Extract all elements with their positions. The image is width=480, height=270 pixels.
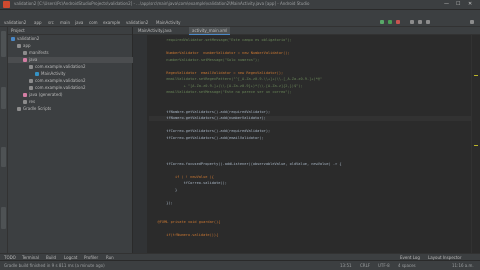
tree-item-label: Gradle Scripts (23, 106, 52, 111)
line-separator[interactable]: CRLF (360, 263, 370, 268)
navigation-toolbar: validation2 app src main java com exampl… (0, 18, 480, 27)
project-panel: Project validation2 app manifests java com.e… (8, 27, 147, 253)
tab-activity-main[interactable]: activity_main.xml (189, 27, 231, 35)
tree-item[interactable]: com.example.validation2 (8, 64, 153, 70)
folder-icon (17, 107, 21, 111)
code-area[interactable]: requiredValidator.setMessage("Este campo… (149, 35, 471, 253)
minimize-button[interactable]: — (444, 1, 449, 7)
sync-icon[interactable] (410, 20, 414, 24)
folder-icon (17, 44, 21, 48)
tree-item[interactable]: java (generated) (8, 92, 147, 98)
caret-position[interactable]: 13:51 (340, 263, 352, 268)
line-gutter[interactable] (133, 35, 147, 253)
code-line: + "[A-Za-z0-9-]+(\\.[A-Za-z0-9]+)*(\\.[A… (149, 83, 303, 88)
favorites-tool-tab[interactable] (1, 207, 6, 229)
tree-item[interactable]: validation2 (8, 36, 135, 42)
tree-item[interactable]: com.example.validation2 (8, 85, 153, 91)
breadcrumb-example[interactable]: example (103, 20, 120, 25)
code-line: @FXML private void guardar(){ (149, 220, 221, 224)
folder-icon (11, 37, 15, 41)
clock: 11:16 a.m. (452, 263, 474, 268)
tree-item-label: com.example.validation2 (35, 64, 86, 69)
folder-icon (23, 58, 27, 62)
breadcrumb-project[interactable]: validation2 (4, 20, 26, 25)
breadcrumb-class[interactable]: MainActivity (156, 20, 181, 25)
sdk-manager-icon[interactable] (426, 20, 430, 24)
editor-tabs: MainActivity.java activity_main.xml (133, 27, 480, 35)
breadcrumb-com[interactable]: com (89, 20, 98, 25)
code-line: numberValidator.setMessage("Solo numeros… (149, 57, 260, 62)
tree-item[interactable]: java (8, 57, 147, 63)
maximize-button[interactable]: ☐ (456, 1, 460, 7)
tree-item-label: com.example.validation2 (35, 78, 86, 83)
tree-item-label: app (23, 43, 31, 48)
code-line: tfCorreo.focusedProperty().addListener((… (149, 161, 342, 166)
code-line: emailValidator.setRegexPattern("^[_A-Za-… (149, 77, 323, 81)
breadcrumb-app[interactable]: app (34, 20, 42, 25)
debug-icon[interactable] (388, 20, 392, 24)
file-encoding[interactable]: UTF-8 (378, 263, 390, 268)
code-line: } (149, 187, 178, 192)
code-line: tfNombre.getValidators().add(requiredVal… (149, 109, 271, 114)
tree-item[interactable]: app (8, 43, 141, 49)
warning-marker[interactable] (474, 145, 478, 146)
avd-manager-icon[interactable] (418, 20, 422, 24)
search-icon[interactable] (470, 20, 474, 24)
tree-item-label: com.example.validation2 (35, 85, 86, 90)
tree-item-label: MainActivity (41, 71, 66, 76)
tree-item[interactable]: com.example.validation2 (8, 78, 153, 84)
tree-item[interactable]: res (8, 99, 147, 105)
folder-icon (23, 51, 27, 55)
code-line: }); (149, 200, 173, 205)
ide-window: validation2 [C:\Users\Pc\AndroidStudioPr… (0, 0, 480, 270)
folder-icon (23, 100, 27, 104)
breadcrumb-main[interactable]: main (60, 20, 70, 25)
close-button[interactable]: ✕ (468, 1, 472, 7)
folder-icon (23, 93, 27, 97)
resource-manager-tab[interactable] (1, 87, 6, 109)
window-title: validation2 [C:\Users\Pc\AndroidStudioPr… (14, 1, 310, 6)
android-studio-logo-icon (3, 1, 10, 8)
breadcrumb-java[interactable]: java (75, 20, 83, 25)
structure-tool-tab[interactable] (1, 147, 6, 167)
code-line: NumberValidator numberValidator = new Nu… (149, 51, 290, 55)
tree-item-label: java (generated) (29, 92, 63, 97)
code-line: tfCorreo.getValidators().add(emailValida… (149, 135, 264, 140)
run-icon[interactable] (380, 20, 384, 24)
code-line: tfCorreo.validate(); (149, 181, 227, 185)
code-line: tfCorreo.getValidators().add(requiredVal… (149, 129, 271, 133)
project-panel-header[interactable]: Project (8, 27, 132, 35)
status-bar: Gradle build finished in 9 s 811 ms (a m… (0, 260, 480, 270)
stop-icon[interactable] (396, 20, 400, 24)
code-line: if ( ! newValue ){ (149, 174, 214, 179)
left-tool-strip (0, 27, 8, 253)
indent-setting[interactable]: 4 spaces (398, 263, 416, 268)
folder-icon (29, 86, 33, 90)
project-tool-tab[interactable] (1, 31, 6, 57)
code-line: emailValidator.setMessage("Este no parec… (149, 90, 292, 94)
code-editor: MainActivity.java activity_main.xml requ… (133, 27, 480, 253)
editor-scrollbar[interactable] (471, 35, 480, 253)
warning-marker[interactable] (474, 75, 478, 76)
code-line: RegexValidator emailValidator = new Rege… (149, 70, 284, 75)
tree-item-label: java (29, 57, 38, 62)
folder-icon (35, 72, 39, 76)
breadcrumb-package[interactable]: validation2 (126, 20, 148, 25)
tree-item-label: manifests (29, 50, 49, 55)
breadcrumb-src[interactable]: src (48, 20, 54, 25)
tree-item-label: validation2 (17, 36, 40, 41)
code-line: requiredValidator.setMessage("Este campo… (149, 38, 292, 42)
tree-item[interactable]: manifests (8, 50, 147, 56)
tree-item-label: res (29, 99, 36, 104)
title-bar: validation2 [C:\Users\Pc\AndroidStudioPr… (0, 0, 480, 10)
folder-icon (29, 79, 33, 83)
folder-icon (29, 65, 33, 69)
code-line: tfNumero.getValidators().add(numberValid… (149, 116, 471, 121)
menu-bar: File Edit View Navigate Code Analyze Ref… (0, 10, 480, 26)
status-message: Gradle build finished in 9 s 811 ms (a m… (4, 263, 105, 268)
tree-item[interactable]: Gradle Scripts (8, 106, 141, 112)
code-line: if(tfNumero.validate()){ (149, 233, 219, 237)
tab-mainactivity[interactable]: MainActivity.java (135, 27, 175, 34)
